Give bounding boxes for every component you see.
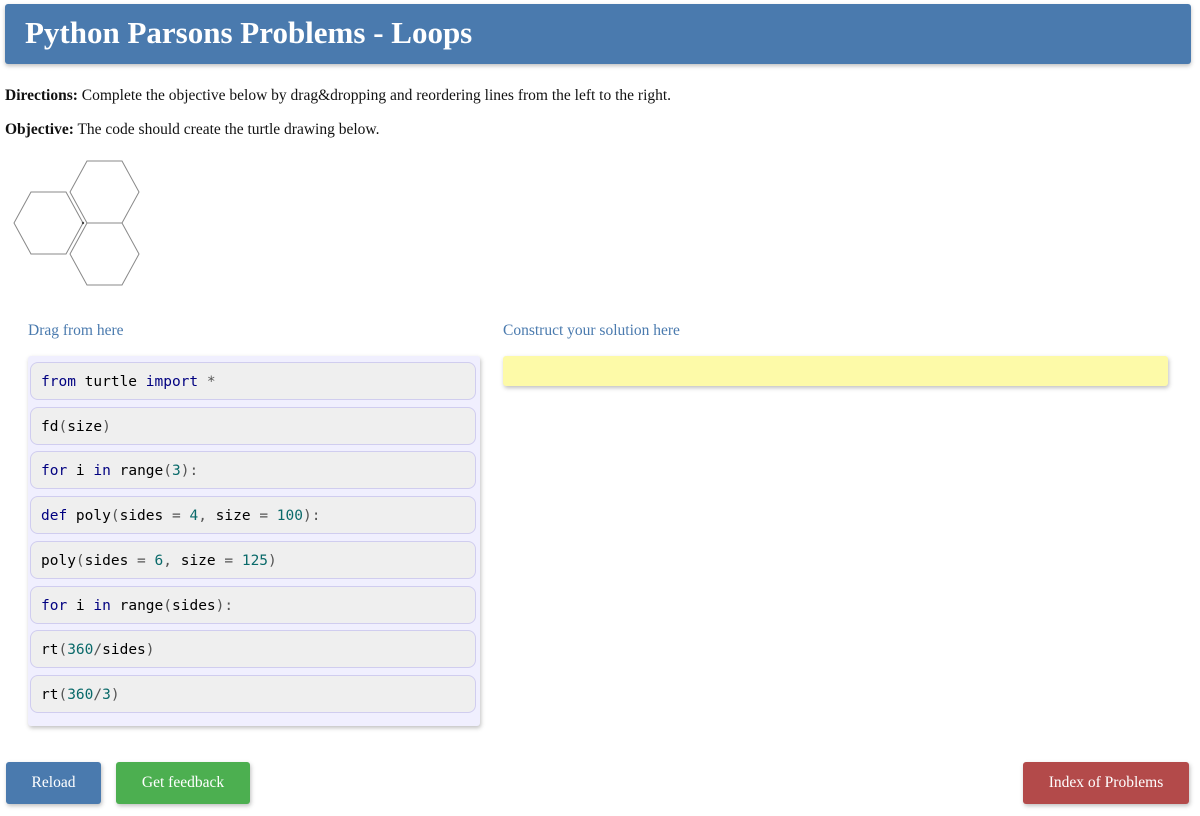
code-token: i	[67, 597, 94, 614]
code-block[interactable]: rt(360/3)	[30, 674, 476, 713]
code-token: import	[145, 374, 199, 390]
code-token: =	[224, 552, 234, 569]
reload-button[interactable]: Reload	[6, 762, 101, 804]
code-token: from	[41, 374, 76, 390]
code-token: (	[58, 642, 68, 659]
code-block[interactable]: fd(size)	[30, 406, 476, 445]
code-token: fd	[41, 418, 59, 435]
code-token: sides	[172, 597, 216, 614]
code-token: 6	[154, 552, 164, 569]
code-block[interactable]: from turtle import *	[30, 362, 476, 400]
code-token: ,	[163, 552, 172, 569]
code-token: (	[58, 418, 68, 435]
code-token: in	[93, 463, 111, 480]
code-block[interactable]: rt(360/sides)	[30, 630, 476, 669]
code-token: 3	[102, 686, 111, 703]
code-token: in	[93, 597, 111, 614]
hexagon-left	[13, 191, 84, 255]
objective: Objective: The code should create the tu…	[5, 121, 379, 139]
code-token: rt	[41, 686, 59, 703]
code-token: ,	[198, 508, 207, 525]
hexagon-bottom	[69, 222, 140, 286]
code-token: ):	[302, 508, 321, 525]
hexagon-top	[69, 160, 140, 224]
code-token: /	[93, 686, 103, 703]
code-token: (	[163, 597, 172, 614]
code-token: 100	[276, 508, 303, 525]
code-token: (	[75, 552, 85, 569]
code-token: range	[110, 597, 164, 614]
code-token: size	[171, 552, 225, 569]
directions: Directions: Complete the objective below…	[5, 87, 671, 105]
code-token: 4	[189, 508, 199, 525]
code-token: /	[93, 642, 103, 659]
page-header: Python Parsons Problems - Loops	[5, 4, 1191, 64]
code-block[interactable]: def poly(sides = 4, size = 100):	[30, 496, 476, 535]
objective-label: Objective:	[5, 121, 74, 138]
code-token: =	[259, 508, 269, 525]
directions-label: Directions:	[5, 87, 78, 104]
code-block[interactable]: for i in range(sides):	[30, 585, 476, 624]
code-token: =	[171, 508, 181, 525]
code-token: for	[41, 463, 68, 480]
code-token: i	[67, 463, 94, 480]
code-token: turtle	[75, 374, 146, 390]
code-token: ):	[180, 463, 199, 480]
code-token: 3	[172, 463, 181, 480]
code-token: poly	[67, 508, 111, 525]
code-token: )	[145, 642, 155, 659]
code-token: )	[102, 418, 111, 435]
solution-area[interactable]	[503, 356, 1168, 386]
index-of-problems-button[interactable]: Index of Problems	[1023, 762, 1189, 804]
code-token: ):	[215, 597, 234, 614]
source-area[interactable]: from turtle import * fd(size) for i in ran…	[28, 356, 480, 726]
code-token: sides	[119, 508, 172, 525]
code-token: size	[206, 508, 260, 525]
objective-text: The code should create the turtle drawin…	[73, 121, 380, 138]
code-token: rt	[41, 642, 59, 659]
code-token: size	[67, 418, 103, 435]
code-token: )	[268, 552, 277, 569]
code-token: 360	[67, 686, 94, 703]
turtle-position-dot	[81, 221, 85, 225]
code-token: (	[163, 463, 172, 480]
code-token: sides	[84, 552, 138, 569]
page-title: Python Parsons Problems - Loops	[25, 15, 473, 50]
code-token: 125	[241, 552, 269, 569]
target-label: Construct your solution here	[503, 322, 680, 339]
code-token: poly	[41, 552, 76, 569]
code-block[interactable]: for i in range(3):	[30, 451, 476, 490]
code-token: *	[198, 374, 216, 390]
code-token: for	[41, 597, 68, 614]
code-token: def	[41, 508, 68, 525]
code-block[interactable]: poly(sides = 6, size = 125)	[30, 540, 476, 579]
source-label: Drag from here	[28, 322, 124, 339]
code-token: (	[58, 686, 68, 703]
hexagon-turtle-drawing-icon	[13, 160, 140, 286]
code-token: 360	[67, 642, 94, 659]
code-token: )	[110, 686, 120, 703]
code-token: =	[137, 552, 146, 569]
code-token: sides	[102, 642, 146, 659]
code-token: (	[110, 508, 120, 525]
code-token: range	[110, 463, 164, 480]
directions-text: Complete the objective below by drag&dro…	[77, 87, 672, 104]
get-feedback-button[interactable]: Get feedback	[116, 762, 250, 804]
